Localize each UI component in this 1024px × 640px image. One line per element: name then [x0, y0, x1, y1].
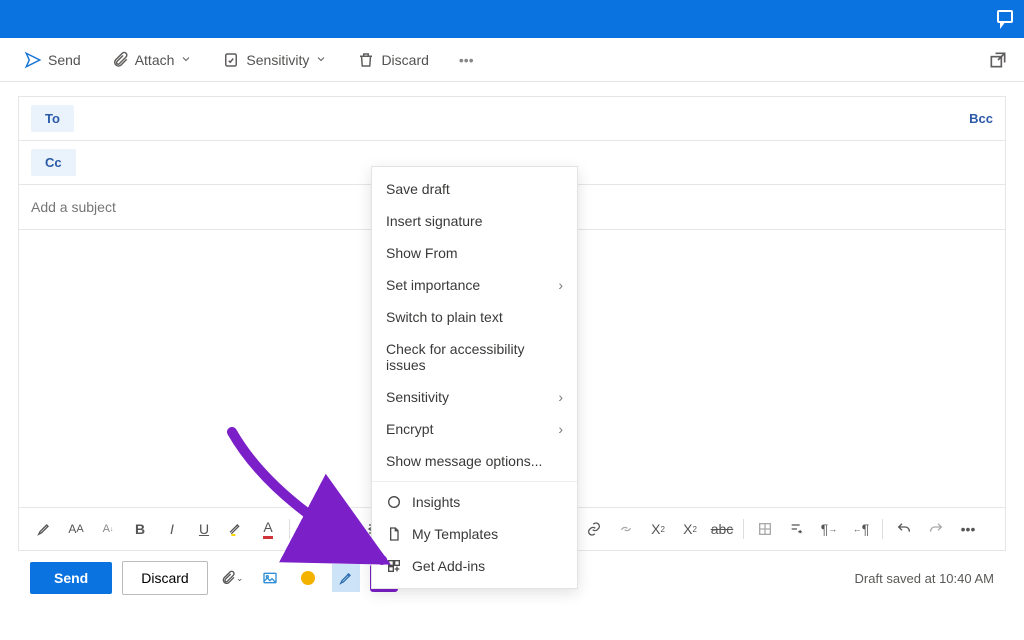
ltr-icon[interactable] [782, 514, 812, 544]
menu-label: Insights [412, 494, 460, 510]
subscript-icon[interactable]: X2 [675, 514, 705, 544]
text-highlight-icon[interactable] [221, 514, 251, 544]
separator [289, 519, 290, 539]
bcc-button[interactable]: Bcc [969, 111, 993, 126]
menu-encrypt[interactable]: Encrypt › [372, 413, 577, 445]
insights-icon [386, 494, 402, 510]
menu-label: Insert signature [386, 213, 483, 229]
menu-label: Get Add-ins [412, 558, 485, 574]
font-size-up-icon[interactable]: AA [61, 514, 91, 544]
to-chip[interactable]: To [31, 105, 74, 132]
discard-button[interactable]: Discard [349, 47, 436, 73]
to-input[interactable] [84, 111, 969, 127]
sensitivity-label: Sensitivity [246, 52, 309, 68]
format-toggle-icon[interactable] [332, 564, 360, 592]
menu-insert-signature[interactable]: Insert signature [372, 205, 577, 237]
menu-my-templates[interactable]: My Templates [372, 518, 577, 550]
menu-show-from[interactable]: Show From [372, 237, 577, 269]
discard-secondary-button[interactable]: Discard [122, 561, 207, 595]
cc-chip[interactable]: Cc [31, 149, 76, 176]
templates-icon [386, 526, 402, 542]
menu-save-draft[interactable]: Save draft [372, 173, 577, 205]
superscript-icon[interactable]: X2 [643, 514, 673, 544]
ellipsis-icon: ••• [459, 52, 474, 68]
underline-icon[interactable]: U [189, 514, 219, 544]
chevron-right-icon: › [558, 277, 563, 293]
paragraph-ltr-icon[interactable]: ¶→ [814, 514, 844, 544]
format-more-icon[interactable]: ••• [953, 514, 983, 544]
compose-toolbar: Send Attach Sensitivity Discard ••• [0, 38, 1024, 82]
discard-label: Discard [381, 52, 428, 68]
font-color-icon[interactable]: A [253, 514, 283, 544]
menu-switch-plain[interactable]: Switch to plain text [372, 301, 577, 333]
popout-icon[interactable] [988, 50, 1008, 70]
menu-label: Switch to plain text [386, 309, 503, 325]
to-row[interactable]: To Bcc [18, 96, 1006, 140]
chevron-down-icon [315, 52, 327, 68]
shield-icon [222, 51, 240, 69]
more-actions-menu: Save draft Insert signature Show From Se… [371, 166, 578, 589]
menu-show-options[interactable]: Show message options... [372, 445, 577, 477]
menu-label: Set importance [386, 277, 480, 293]
menu-get-addins[interactable]: Get Add-ins [372, 550, 577, 582]
send-icon [24, 51, 42, 69]
sensitivity-button[interactable]: Sensitivity [214, 47, 335, 73]
image-mini-icon[interactable] [256, 564, 284, 592]
menu-sensitivity[interactable]: Sensitivity › [372, 381, 577, 413]
send-label: Send [48, 52, 81, 68]
separator [882, 519, 883, 539]
menu-label: Save draft [386, 181, 450, 197]
number-list-icon[interactable]: 123 [328, 514, 358, 544]
chevron-right-icon: › [558, 389, 563, 405]
attach-button[interactable]: Attach [103, 47, 201, 73]
unlink-icon[interactable] [611, 514, 641, 544]
undo-icon[interactable] [889, 514, 919, 544]
draft-status: Draft saved at 10:40 AM [855, 571, 994, 586]
feedback-icon[interactable] [994, 7, 1018, 31]
paragraph-rtl-icon[interactable]: ←¶ [846, 514, 876, 544]
font-size-down-icon[interactable]: A↓ [93, 514, 123, 544]
chevron-right-icon: › [558, 421, 563, 437]
menu-set-importance[interactable]: Set importance › [372, 269, 577, 301]
svg-text:3: 3 [336, 530, 339, 535]
more-button[interactable]: ••• [451, 48, 482, 72]
send-primary-button[interactable]: Send [30, 562, 112, 594]
send-button[interactable]: Send [16, 47, 89, 73]
menu-label: Show From [386, 245, 458, 261]
bold-icon[interactable]: B [125, 514, 155, 544]
link-icon[interactable] [579, 514, 609, 544]
menu-label: Sensitivity [386, 389, 449, 405]
title-bar [0, 0, 1024, 38]
attach-label: Attach [135, 52, 175, 68]
separator [743, 519, 744, 539]
menu-label: Check for accessibility issues [386, 341, 563, 373]
menu-insights[interactable]: Insights [372, 486, 577, 518]
addins-icon [386, 558, 402, 574]
italic-icon[interactable]: I [157, 514, 187, 544]
table-icon[interactable] [750, 514, 780, 544]
menu-label: Show message options... [386, 453, 542, 469]
attach-mini-icon[interactable]: ⌄ [218, 564, 246, 592]
trash-icon [357, 51, 375, 69]
menu-separator [372, 481, 577, 482]
emoji-mini-icon[interactable] [294, 564, 322, 592]
chevron-down-icon [180, 52, 192, 68]
bullet-list-icon[interactable] [296, 514, 326, 544]
redo-icon[interactable] [921, 514, 951, 544]
menu-accessibility[interactable]: Check for accessibility issues [372, 333, 577, 381]
highlight-icon[interactable] [29, 514, 59, 544]
menu-label: Encrypt [386, 421, 433, 437]
strikethrough-icon[interactable]: abc [707, 514, 737, 544]
menu-label: My Templates [412, 526, 498, 542]
attach-icon [111, 51, 129, 69]
